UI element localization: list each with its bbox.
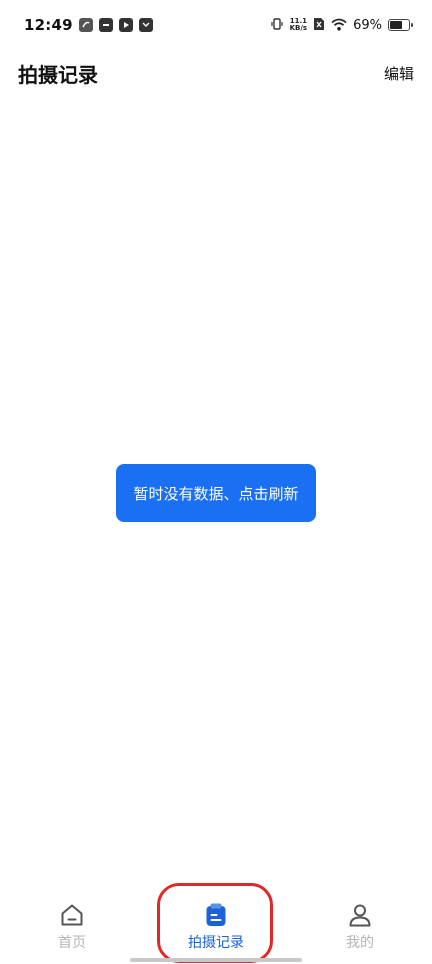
refresh-button[interactable]: 暂时没有数据、点击刷新 (116, 464, 316, 522)
app-notification-icon (78, 18, 93, 32)
battery-fill (390, 21, 402, 29)
wifi-icon (331, 16, 347, 35)
nav-item-records[interactable]: 拍摄记录 (161, 888, 271, 952)
app-header: 拍摄记录 编辑 (0, 50, 432, 96)
net-speed: 11.1 KB/s (290, 18, 307, 32)
screen: 12:49 11.1 KB/s 69% 拍摄记录 编辑 暂时没有数据、点击刷新 … (0, 0, 432, 964)
edit-button[interactable]: 编辑 (384, 63, 414, 84)
nav-label-records: 拍摄记录 (188, 935, 244, 951)
status-right: 11.1 KB/s 69% (270, 16, 413, 35)
status-time: 12:49 (24, 16, 73, 34)
nav-label-profile: 我的 (346, 935, 374, 951)
nav-item-profile[interactable]: 我的 (305, 888, 415, 952)
battery-icon (388, 19, 413, 31)
app-notification-icon (98, 18, 113, 32)
person-icon (347, 902, 373, 928)
battery-percent: 69% (353, 17, 382, 33)
mail-notification-icon (138, 18, 153, 32)
nav-label-home: 首页 (58, 935, 86, 951)
vibrate-icon (270, 16, 284, 35)
page-title: 拍摄记录 (18, 62, 98, 87)
no-sim-icon (313, 16, 325, 35)
net-speed-unit: KB/s (289, 24, 308, 32)
clipboard-icon (203, 902, 229, 928)
play-notification-icon (118, 18, 133, 32)
bottom-nav: 首页 拍摄记录 我的 (0, 888, 432, 964)
nav-item-home[interactable]: 首页 (17, 888, 127, 952)
status-bar: 12:49 11.1 KB/s 69% (0, 0, 432, 50)
home-indicator[interactable] (130, 958, 302, 962)
status-left: 12:49 (24, 16, 153, 34)
home-icon (59, 902, 85, 928)
